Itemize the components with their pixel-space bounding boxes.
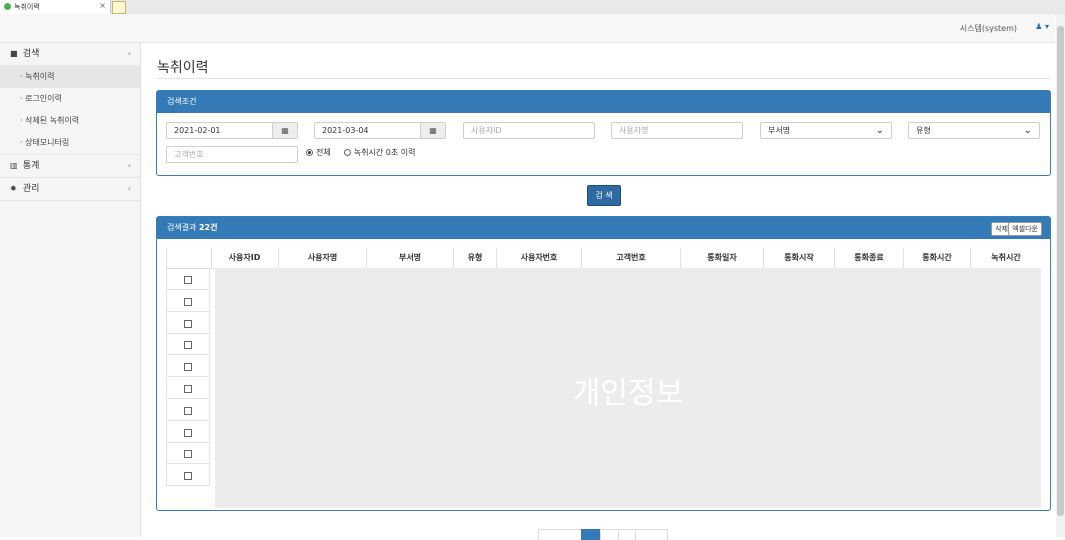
row-checkbox[interactable] — [184, 385, 192, 393]
masked-label: 개인정보 — [572, 376, 684, 411]
results-count: 22 — [198, 223, 211, 232]
type-select-value: 유형 — [916, 126, 931, 135]
row-checkbox[interactable] — [184, 276, 192, 284]
results-panel-title: 검색결과 22건 삭제 엑셀다운 — [157, 217, 1050, 239]
chevron-left-icon: ‹ — [127, 184, 131, 193]
col-user-number[interactable]: 사용자번호 — [497, 248, 582, 268]
gear-icon: ✸ — [10, 184, 17, 193]
chevron-down-icon: ⌄ — [875, 125, 884, 136]
pagination-page[interactable] — [600, 529, 619, 540]
col-call-end[interactable]: 통화종료 — [835, 248, 904, 268]
chevron-down-icon: ⌄ — [1023, 125, 1032, 136]
row-checkbox[interactable] — [184, 341, 192, 350]
search-panel: 검색조건 2021-02-01 ▦ 2021-03-04 ▦ 사용자ID 사용자… — [156, 90, 1051, 176]
col-user-id[interactable]: 사용자ID — [211, 248, 279, 268]
calendar-icon[interactable]: ▦ — [420, 123, 445, 138]
page-title: 녹취이력 — [157, 60, 209, 76]
sidebar: ■ 검색 ‹ · 녹취이력 · 로그인이력 · 삭제된 녹취이력 · 상태모니터… — [0, 43, 141, 537]
sidebar-item-status-monitoring[interactable]: · 상태모니터링 — [0, 132, 140, 155]
row-checkbox[interactable] — [184, 363, 192, 372]
row-checkbox[interactable] — [184, 319, 192, 328]
sidebar-group-label: 검색 — [22, 49, 40, 59]
col-customer-number[interactable]: 고객번호 — [582, 248, 681, 268]
radio-all[interactable] — [306, 149, 313, 156]
chevron-left-icon: ‹ — [127, 161, 131, 170]
col-type[interactable]: 유형 — [454, 248, 497, 268]
sidebar-group-search[interactable]: ■ 검색 ‹ — [0, 43, 140, 66]
recording-filter-radios: 전체 녹취시간 0초 이력 — [306, 147, 416, 158]
pagination-prev[interactable] — [538, 529, 582, 540]
pagination-next[interactable] — [635, 529, 668, 540]
row-checkbox-cell — [166, 378, 210, 399]
user-name: 시스템(system) — [959, 24, 1017, 33]
row-checkbox[interactable] — [184, 406, 192, 415]
col-user-name[interactable]: 사용자명 — [279, 248, 367, 268]
user-name-input[interactable]: 사용자명 — [611, 122, 743, 139]
new-tab-icon[interactable] — [112, 1, 126, 14]
end-date-value: 2021-03-04 — [322, 126, 369, 135]
browser-tab-title: 녹취이력 — [14, 3, 40, 11]
results-panel: 검색결과 22건 삭제 엑셀다운 사용자ID 사용자명 부서명 유형 사용자번호… — [156, 216, 1051, 511]
chevron-left-icon: ‹ — [127, 49, 131, 58]
row-checkbox-cell — [166, 269, 210, 290]
col-recording-duration[interactable]: 녹취시간 — [971, 248, 1041, 268]
sidebar-group-label: 통계 — [22, 161, 40, 171]
radio-zero-seconds-label: 녹취시간 0초 이력 — [353, 148, 416, 157]
row-checkbox-cell — [166, 399, 210, 421]
divider — [157, 78, 1050, 79]
search-button[interactable]: 검 색 — [587, 185, 621, 206]
top-header: 시스템(system) ♟ ▾ — [0, 14, 1055, 43]
table-header: 사용자ID 사용자명 부서명 유형 사용자번호 고객번호 통화일자 통화시작 통… — [166, 248, 1041, 269]
header-checkbox-col — [166, 248, 212, 268]
scrollbar-thumb[interactable] — [1057, 26, 1064, 516]
department-select[interactable]: 부서명 ⌄ — [760, 122, 892, 139]
close-tab-icon[interactable]: × — [99, 1, 106, 10]
row-checkbox-cell — [166, 356, 210, 378]
sidebar-group-admin[interactable]: ✸ 관리 ‹ — [0, 178, 140, 201]
trash-icon: ▥ — [10, 161, 18, 170]
customer-number-input[interactable]: 고객번호 — [166, 146, 298, 163]
row-checkbox-cell — [166, 465, 210, 487]
sidebar-group-label: 관리 — [22, 184, 40, 194]
col-department[interactable]: 부서명 — [367, 248, 454, 268]
row-checkbox-cell — [166, 312, 210, 334]
row-checkbox[interactable] — [184, 472, 192, 481]
col-call-date[interactable]: 통화일자 — [681, 248, 764, 268]
start-date-input[interactable]: 2021-02-01 ▦ — [166, 122, 298, 139]
end-date-input[interactable]: 2021-03-04 ▦ — [314, 122, 446, 139]
browser-tab-strip: 녹취이력 × — [0, 0, 1065, 15]
col-call-start[interactable]: 통화시작 — [764, 248, 835, 268]
results-title-prefix: 검색결과 — [167, 223, 199, 232]
type-select[interactable]: 유형 ⌄ — [908, 122, 1040, 139]
row-checkbox-cell — [166, 443, 210, 465]
row-checkbox-cell — [166, 421, 210, 443]
department-select-value: 부서명 — [768, 126, 791, 135]
row-checkbox-cell — [166, 290, 210, 312]
row-checkbox-cell — [166, 334, 210, 356]
search-panel-title: 검색조건 — [157, 91, 1050, 113]
row-checkbox[interactable] — [184, 450, 192, 459]
sidebar-item-login-history[interactable]: · 로그인이력 — [0, 88, 140, 110]
user-menu-icon[interactable]: ♟ ▾ — [1035, 22, 1049, 31]
favicon-icon — [4, 3, 11, 10]
excel-download-button[interactable]: 엑셀다운 — [1008, 222, 1042, 236]
user-id-input[interactable]: 사용자ID — [463, 122, 595, 139]
sidebar-item-deleted-recordings[interactable]: · 삭제된 녹취이력 — [0, 110, 140, 132]
results-title-suffix: 건 — [210, 223, 218, 232]
radio-all-label: 전체 — [316, 148, 331, 157]
row-checkbox[interactable] — [184, 297, 192, 306]
radio-zero-seconds[interactable] — [343, 149, 351, 156]
pagination-page[interactable] — [618, 529, 636, 540]
browser-tab[interactable]: 녹취이력 × — [0, 0, 111, 14]
briefcase-icon: ■ — [10, 49, 18, 58]
pagination-page[interactable] — [581, 529, 601, 540]
start-date-value: 2021-02-01 — [174, 126, 221, 135]
sidebar-group-stats[interactable]: ▥ 통계 ‹ — [0, 155, 140, 178]
row-checkbox[interactable] — [184, 428, 192, 437]
calendar-icon[interactable]: ▦ — [272, 123, 297, 138]
page-scrollbar[interactable] — [1056, 14, 1065, 537]
col-call-duration[interactable]: 통화시간 — [904, 248, 971, 268]
masked-personal-info: 개인정보 — [215, 268, 1041, 508]
sidebar-item-recording-history[interactable]: · 녹취이력 — [0, 66, 140, 88]
